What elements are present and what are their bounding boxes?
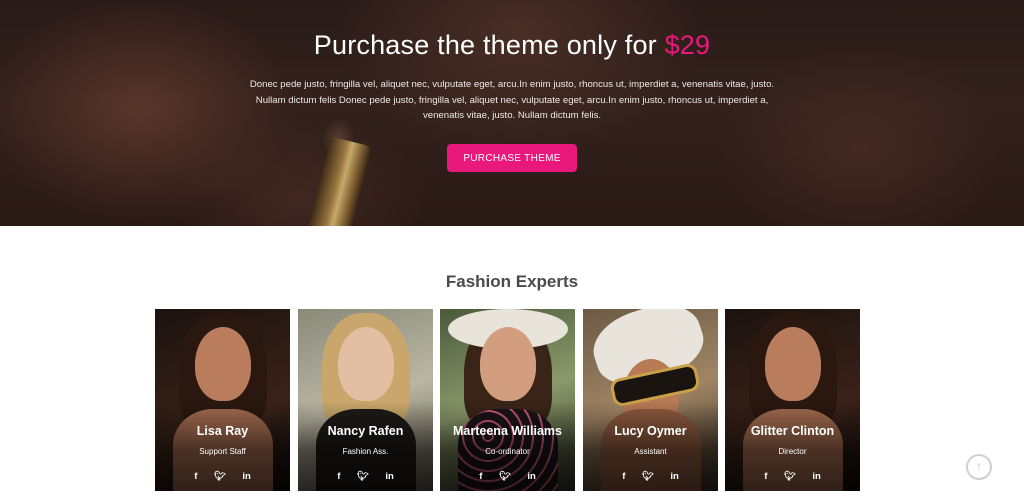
expert-card-glitter-clinton[interactable]: Glitter Clinton Director f 🐦︎ in [725,309,860,491]
facebook-icon[interactable]: f [764,471,767,482]
expert-role: Director [778,447,807,456]
expert-name: Lucy Oymer [614,424,687,438]
expert-card-marteena-williams[interactable]: Marteena Williams Co-ordinator f 🐦︎ in [440,309,575,491]
social-links: f 🐦︎ in [155,466,290,484]
expert-card-lisa-ray[interactable]: Lisa Ray Support Staff f 🐦︎ in [155,309,290,491]
expert-role: Fashion Ass. [342,447,389,456]
hero-content: Purchase the theme only for $29 Donec pe… [0,0,1024,172]
expert-name: Nancy Rafen [327,424,404,438]
expert-role: Assistant [634,447,667,456]
arrow-up-circle-icon[interactable]: ↑ [966,454,992,480]
section-title: Fashion Experts [445,272,579,292]
hero-title: Purchase the theme only for $29 [0,30,1024,61]
expert-name: Glitter Clinton [750,424,835,438]
experts-grid: Lisa Ray Support Staff f 🐦︎ in Nancy Raf… [155,309,860,491]
linkedin-icon[interactable]: in [242,471,250,482]
expert-role: Support Staff [199,447,246,456]
expert-card-lucy-oymer[interactable]: Lucy Oymer Assistant f 🐦︎ in [583,309,718,491]
social-links: f 🐦︎ in [583,466,718,484]
purchase-theme-button[interactable]: PURCHASE THEME [447,143,577,172]
expert-name: Lisa Ray [196,424,249,438]
social-links: f 🐦︎ in [725,466,860,484]
twitter-icon[interactable]: 🐦︎ [499,471,511,482]
linkedin-icon[interactable]: in [670,471,678,482]
facebook-icon[interactable]: f [194,471,197,482]
social-links: f 🐦︎ in [298,466,433,484]
twitter-icon[interactable]: 🐦︎ [642,471,654,482]
facebook-icon[interactable]: f [337,471,340,482]
hero-banner: Purchase the theme only for $29 Donec pe… [0,0,1024,226]
hero-description: Donec pede justo, fringilla vel, aliquet… [249,79,775,121]
hero-price: $29 [664,30,711,60]
twitter-icon[interactable]: 🐦︎ [214,471,226,482]
twitter-icon[interactable]: 🐦︎ [784,471,796,482]
linkedin-icon[interactable]: in [527,471,535,482]
linkedin-icon[interactable]: in [385,471,393,482]
hero-title-text: Purchase the theme only for [313,30,657,60]
facebook-icon[interactable]: f [622,471,625,482]
linkedin-icon[interactable]: in [812,471,820,482]
social-links: f 🐦︎ in [440,466,575,484]
facebook-icon[interactable]: f [479,471,482,482]
expert-role: Co-ordinator [485,447,530,456]
expert-card-nancy-rafen[interactable]: Nancy Rafen Fashion Ass. f 🐦︎ in [298,309,433,491]
expert-name: Marteena Williams [453,424,562,438]
twitter-icon[interactable]: 🐦︎ [357,471,369,482]
